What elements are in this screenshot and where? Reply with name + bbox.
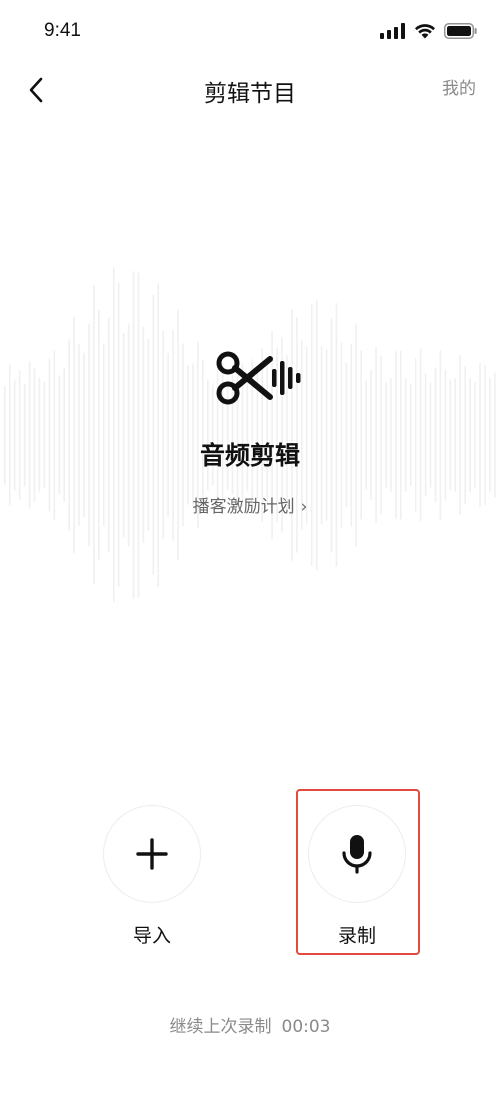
waveform-bar — [43, 382, 46, 488]
status-icons — [380, 19, 478, 43]
continue-duration: 00:03 — [281, 1017, 331, 1037]
waveform-bar — [112, 267, 115, 603]
waveform-bar — [335, 303, 338, 567]
waveform-bar — [13, 379, 16, 491]
waveform-bar — [187, 365, 189, 505]
waveform-bar — [33, 368, 36, 502]
waveform-bar — [414, 358, 417, 512]
waveform-bar — [177, 309, 179, 561]
waveform-bar — [117, 283, 120, 587]
waveform-bar — [469, 377, 471, 493]
waveform-bar — [390, 378, 392, 492]
continue-last-recording[interactable]: 继续上次录制 00:03 — [0, 1012, 500, 1037]
waveform-bar — [132, 271, 135, 599]
continue-label: 继续上次录制 — [169, 1017, 272, 1037]
hero-title: 音频剪辑 — [199, 441, 300, 470]
import-label: 导入 — [132, 925, 171, 947]
waveform-bar — [152, 295, 155, 575]
waveform-bar — [8, 364, 11, 506]
waveform-bar — [434, 367, 437, 503]
waveform-bar — [464, 366, 466, 504]
chevron-right-icon: › — [300, 497, 308, 517]
waveform-bar — [315, 299, 318, 571]
mine-button[interactable]: 我的 — [442, 74, 476, 99]
status-time: 9:41 — [44, 20, 81, 41]
waveform-bar — [18, 369, 21, 501]
waveform-bar — [63, 368, 65, 502]
signal-icon — [380, 23, 405, 39]
waveform-background — [4, 267, 496, 603]
microphone-icon — [342, 835, 372, 874]
waveform-bar — [424, 373, 427, 497]
waveform-bar — [404, 378, 407, 492]
wifi-icon — [415, 24, 435, 39]
waveform-bar — [38, 377, 41, 493]
waveform-bar — [108, 317, 110, 553]
waveform-bar — [365, 380, 367, 490]
waveform-bar — [330, 317, 333, 553]
incentive-plan-label: 播客激励计划 — [192, 497, 295, 517]
record-circle[interactable] — [308, 805, 406, 903]
status-bar: 9:41 — [0, 0, 500, 62]
incentive-plan-link[interactable]: 播客激励计划 › — [0, 492, 500, 517]
import-circle[interactable] — [103, 805, 201, 903]
waveform-bar — [93, 285, 95, 585]
battery-icon — [444, 23, 477, 39]
waveform-bar — [310, 304, 313, 566]
waveform-bar — [449, 379, 452, 491]
waveform-bar — [370, 370, 372, 500]
waveform-bar — [484, 365, 486, 505]
plus-icon — [136, 838, 168, 870]
nav-bar: 剪辑节目 我的 — [0, 62, 500, 118]
record-label: 录制 — [337, 925, 376, 947]
waveform-bar — [192, 363, 194, 507]
scissors-waveform-icon — [216, 351, 301, 405]
waveform-bar — [28, 361, 31, 509]
page-title: 剪辑节目 — [204, 81, 296, 107]
import-button[interactable]: 导入 — [102, 805, 202, 948]
waveform-bar — [98, 310, 100, 560]
waveform-bar — [345, 362, 348, 508]
waveform-bar — [207, 379, 209, 491]
waveform-bar — [58, 375, 61, 495]
waveform-bar — [380, 355, 382, 515]
waveform-bar — [48, 358, 51, 512]
record-button[interactable]: 录制 — [307, 805, 407, 948]
